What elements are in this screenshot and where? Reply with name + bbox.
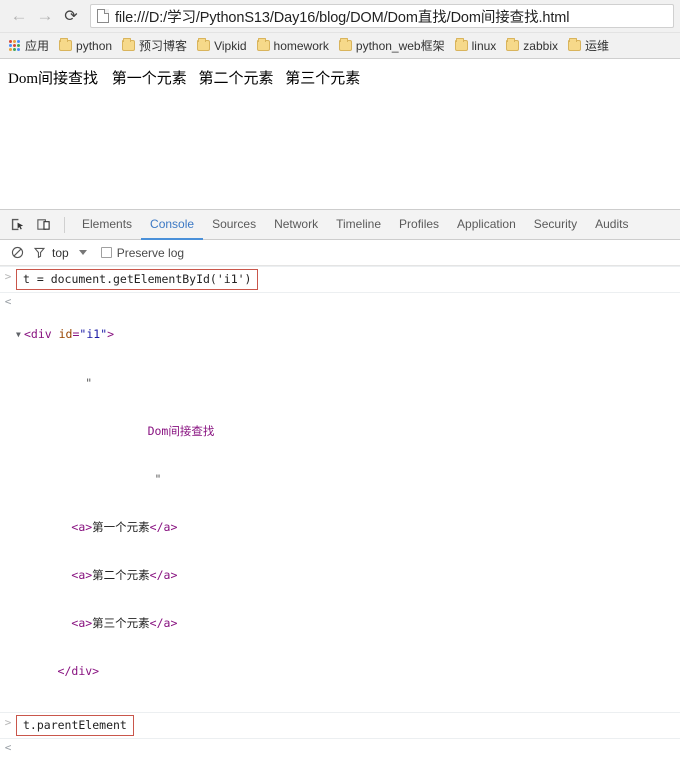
page-heading-text: Dom间接查找 [8,71,99,87]
tab-network[interactable]: Network [265,211,327,240]
bookmark-label: homework [273,38,329,53]
console-command-row[interactable]: > t = document.getElementById('i1') [0,266,680,292]
tab-security[interactable]: Security [525,211,586,240]
folder-icon [567,38,581,51]
tab-profiles[interactable]: Profiles [390,211,448,240]
preserve-log-toggle[interactable]: Preserve log [100,245,185,260]
console-entry: > t = document.getElementById('i1') < ▼ <… [0,266,680,712]
tab-sources[interactable]: Sources [203,211,265,240]
tab-application[interactable]: Application [448,211,525,240]
inspect-element-icon[interactable] [4,213,30,237]
preserve-log-label: Preserve log [116,245,185,260]
console-command-text: t = document.getElementById('i1') [16,269,259,290]
page-viewport: Dom间接查找 第一个元素 第二个元素 第三个元素 [0,59,680,209]
node-line-quote: " [85,375,93,390]
node-line-div-open[interactable]: ▼ <div id="i1"> [16,326,680,343]
expand-triangle-icon[interactable]: ▼ [16,327,24,343]
bookmark-vipkid[interactable]: Vipkid [192,35,251,57]
toolbar-divider [64,216,65,233]
tab-audits[interactable]: Audits [586,211,637,240]
bookmark-zabbix[interactable]: zabbix [501,35,563,57]
page-document-icon [97,9,109,23]
bookmark-label: zabbix [523,38,558,53]
folder-icon [506,38,520,51]
reload-icon[interactable]: ⟳ [58,3,84,29]
devtools-panel: Elements Console Sources Network Timelin… [0,209,680,766]
bookmark-label: Vipkid [214,38,247,53]
forward-arrow-icon[interactable]: → [32,3,58,29]
bookmark-yuxiboke[interactable]: 预习博客 [117,35,192,57]
console-result-node-tree-body: ▼<body> ▼<div id="i1"> " Dom间接查找 " <a>第一… [16,740,680,767]
result-glyph: < [4,295,12,308]
bookmark-label: linux [471,38,497,53]
clear-console-icon[interactable] [6,246,28,259]
folder-icon [122,38,136,51]
result-glyph: < [4,740,12,754]
folder-icon [256,38,270,51]
bookmark-yunwei[interactable]: 运维 [563,35,614,57]
navigation-bar: ← → ⟳ file:///D:/学习/PythonS13/Day16/blog… [0,0,680,32]
page-link-3[interactable]: 第三个元素 [285,71,360,87]
bookmark-linux[interactable]: linux [450,35,502,57]
bookmark-label: python [76,38,113,53]
prompt-glyph: > [4,715,12,729]
folder-icon [454,38,468,51]
console-filter-bar: top Preserve log [0,240,680,266]
div-open-tag: <div id="i1"> [24,327,115,341]
address-bar-url: file:///D:/学习/PythonS13/Day16/blog/DOM/D… [115,9,570,26]
apps-grid-icon [9,39,21,52]
console-command-row[interactable]: > t.parentElement [0,711,680,738]
folder-icon [59,38,73,51]
bookmark-label: 预习博客 [139,39,188,53]
console-message-list[interactable]: > t = document.getElementById('i1') < ▼ <… [0,266,680,766]
tab-elements[interactable]: Elements [73,211,141,240]
node-line-quote: " [154,471,162,486]
devtools-tabbar: Elements Console Sources Network Timelin… [0,210,680,240]
execution-context-label: top [52,245,69,260]
chevron-down-icon [78,250,87,255]
bookmark-label: 运维 [584,39,609,53]
bookmark-label: python_web框架 [355,39,445,53]
bookmark-python-web[interactable]: python_web框架 [334,35,450,57]
page-link-2[interactable]: 第二个元素 [199,71,274,87]
node-line-a-2: <a>第二个元素</a> [71,567,178,582]
page-link-1[interactable]: 第一个元素 [112,71,187,87]
folder-icon [197,38,211,51]
node-line-title-text: Dom间接查找 [147,423,215,438]
console-command-text: t.parentElement [16,714,134,736]
console-result-node-tree: ▼ <div id="i1"> " Dom间接查找 " <a>第一个元素</a> … [16,294,680,711]
bookmark-homework[interactable]: homework [252,35,334,57]
execution-context-selector[interactable]: top [52,246,87,260]
address-bar[interactable]: file:///D:/学习/PythonS13/Day16/blog/DOM/D… [90,4,674,28]
preserve-log-checkbox[interactable] [100,247,112,258]
device-toolbar-icon[interactable] [30,213,56,237]
page-content-line: Dom间接查找 第一个元素 第二个元素 第三个元素 [8,67,672,88]
console-result-row[interactable]: < ▼<body> ▼<div id="i1"> " Dom间接查找 " <a>… [0,737,680,767]
node-line-div-close: </div> [57,663,100,678]
bookmark-python[interactable]: python [54,35,117,57]
tab-console[interactable]: Console [141,211,204,240]
node-line-a-1: <a>第一个元素</a> [71,519,178,534]
bookmark-label: 应用 [25,39,50,53]
folder-icon [338,38,352,51]
node-line-a-3: <a>第三个元素</a> [71,615,178,630]
bookmarks-bar: 应用 python 预习博客 Vipkid homework python_we… [0,32,680,58]
console-entry: > t.parentElement < ▼<body> ▼<div id="i1… [0,711,680,767]
bookmark-apps[interactable]: 应用 [4,35,54,57]
browser-chrome: ← → ⟳ file:///D:/学习/PythonS13/Day16/blog… [0,0,680,59]
filter-funnel-icon[interactable] [28,246,50,259]
console-result-row[interactable]: < ▼ <div id="i1"> " Dom间接查找 " <a>第一个元素</a… [0,292,680,712]
prompt-glyph: > [4,270,12,283]
tab-timeline[interactable]: Timeline [327,211,390,240]
back-arrow-icon[interactable]: ← [6,3,32,29]
